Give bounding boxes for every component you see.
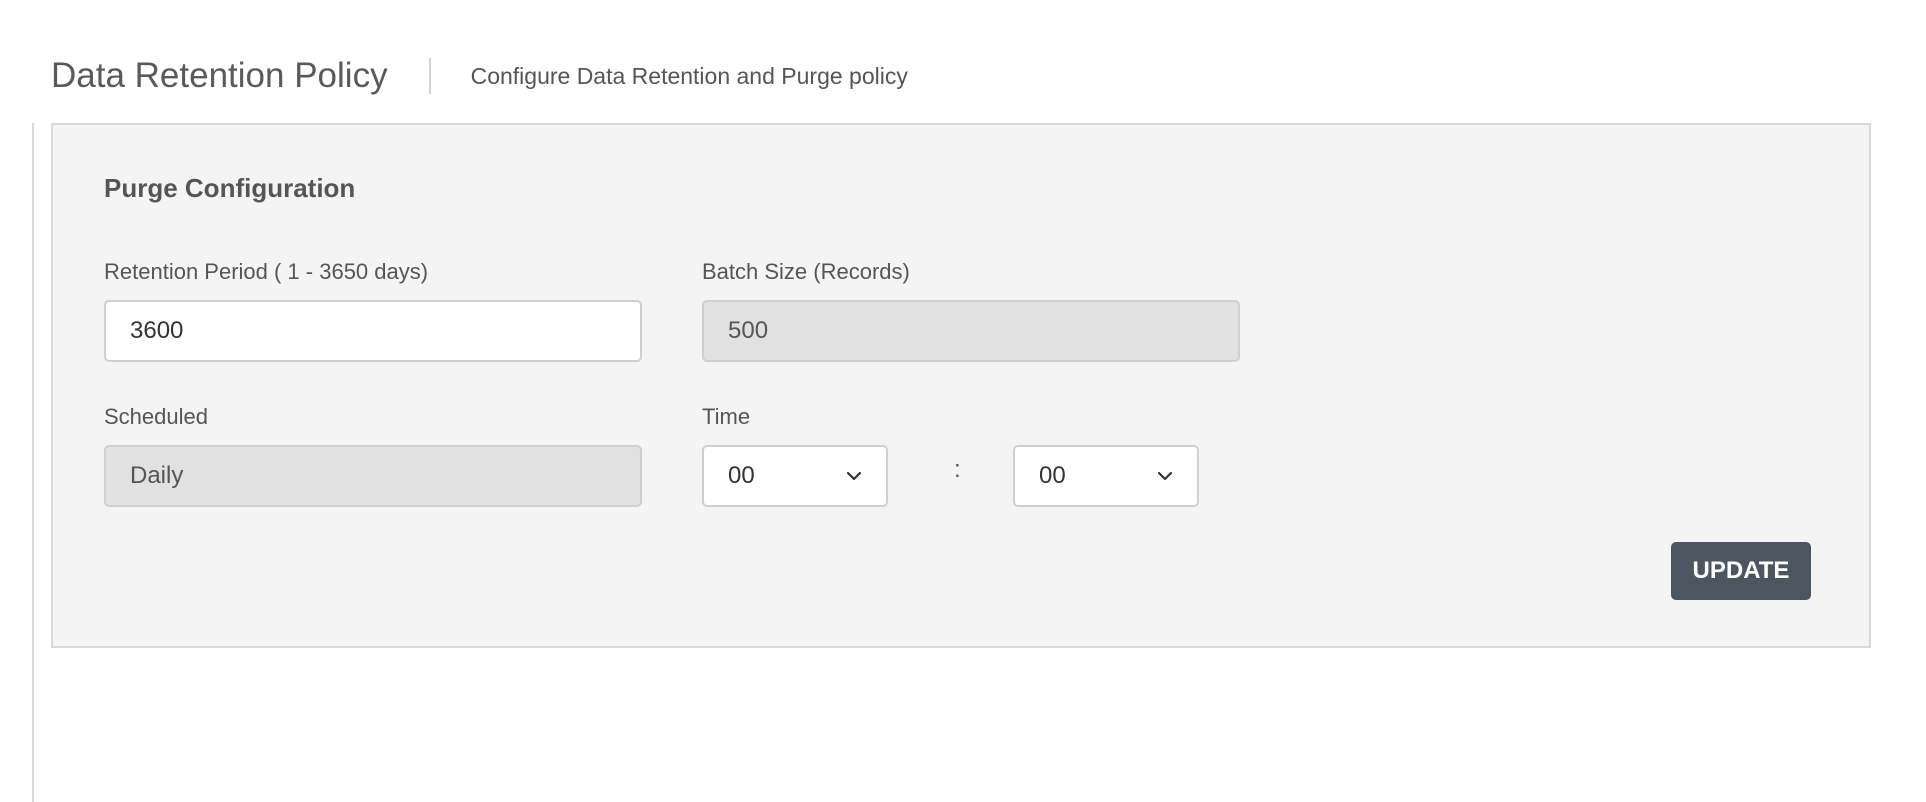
update-button[interactable]: UPDATE bbox=[1671, 542, 1811, 600]
batch-size-label: Batch Size (Records) bbox=[702, 259, 910, 284]
purge-configuration-panel: Purge Configuration Retention Period ( 1… bbox=[51, 123, 1871, 648]
hour-select-value: 00 bbox=[728, 462, 755, 489]
time-separator: : bbox=[954, 456, 961, 483]
scheduled-label: Scheduled bbox=[104, 404, 208, 429]
time-label: Time bbox=[702, 404, 751, 429]
page: Data Retention Policy Configure Data Ret… bbox=[0, 0, 1926, 802]
minute-select[interactable]: 00 bbox=[1013, 445, 1199, 507]
page-title: Data Retention Policy bbox=[51, 56, 388, 95]
hour-select[interactable]: 00 bbox=[702, 445, 888, 507]
page-header: Data Retention Policy Configure Data Ret… bbox=[51, 52, 908, 100]
scheduled-input bbox=[104, 445, 642, 507]
header-divider bbox=[428, 58, 431, 94]
section-title: Purge Configuration bbox=[104, 173, 356, 203]
left-border-rule bbox=[32, 123, 34, 802]
batch-size-input bbox=[702, 300, 1240, 362]
page-subtitle: Configure Data Retention and Purge polic… bbox=[470, 62, 908, 89]
minute-select-value: 00 bbox=[1039, 462, 1066, 489]
retention-period-label: Retention Period ( 1 - 3650 days) bbox=[104, 259, 429, 284]
chevron-down-icon bbox=[846, 471, 862, 481]
chevron-down-icon bbox=[1157, 471, 1173, 481]
retention-period-input[interactable] bbox=[104, 300, 642, 362]
